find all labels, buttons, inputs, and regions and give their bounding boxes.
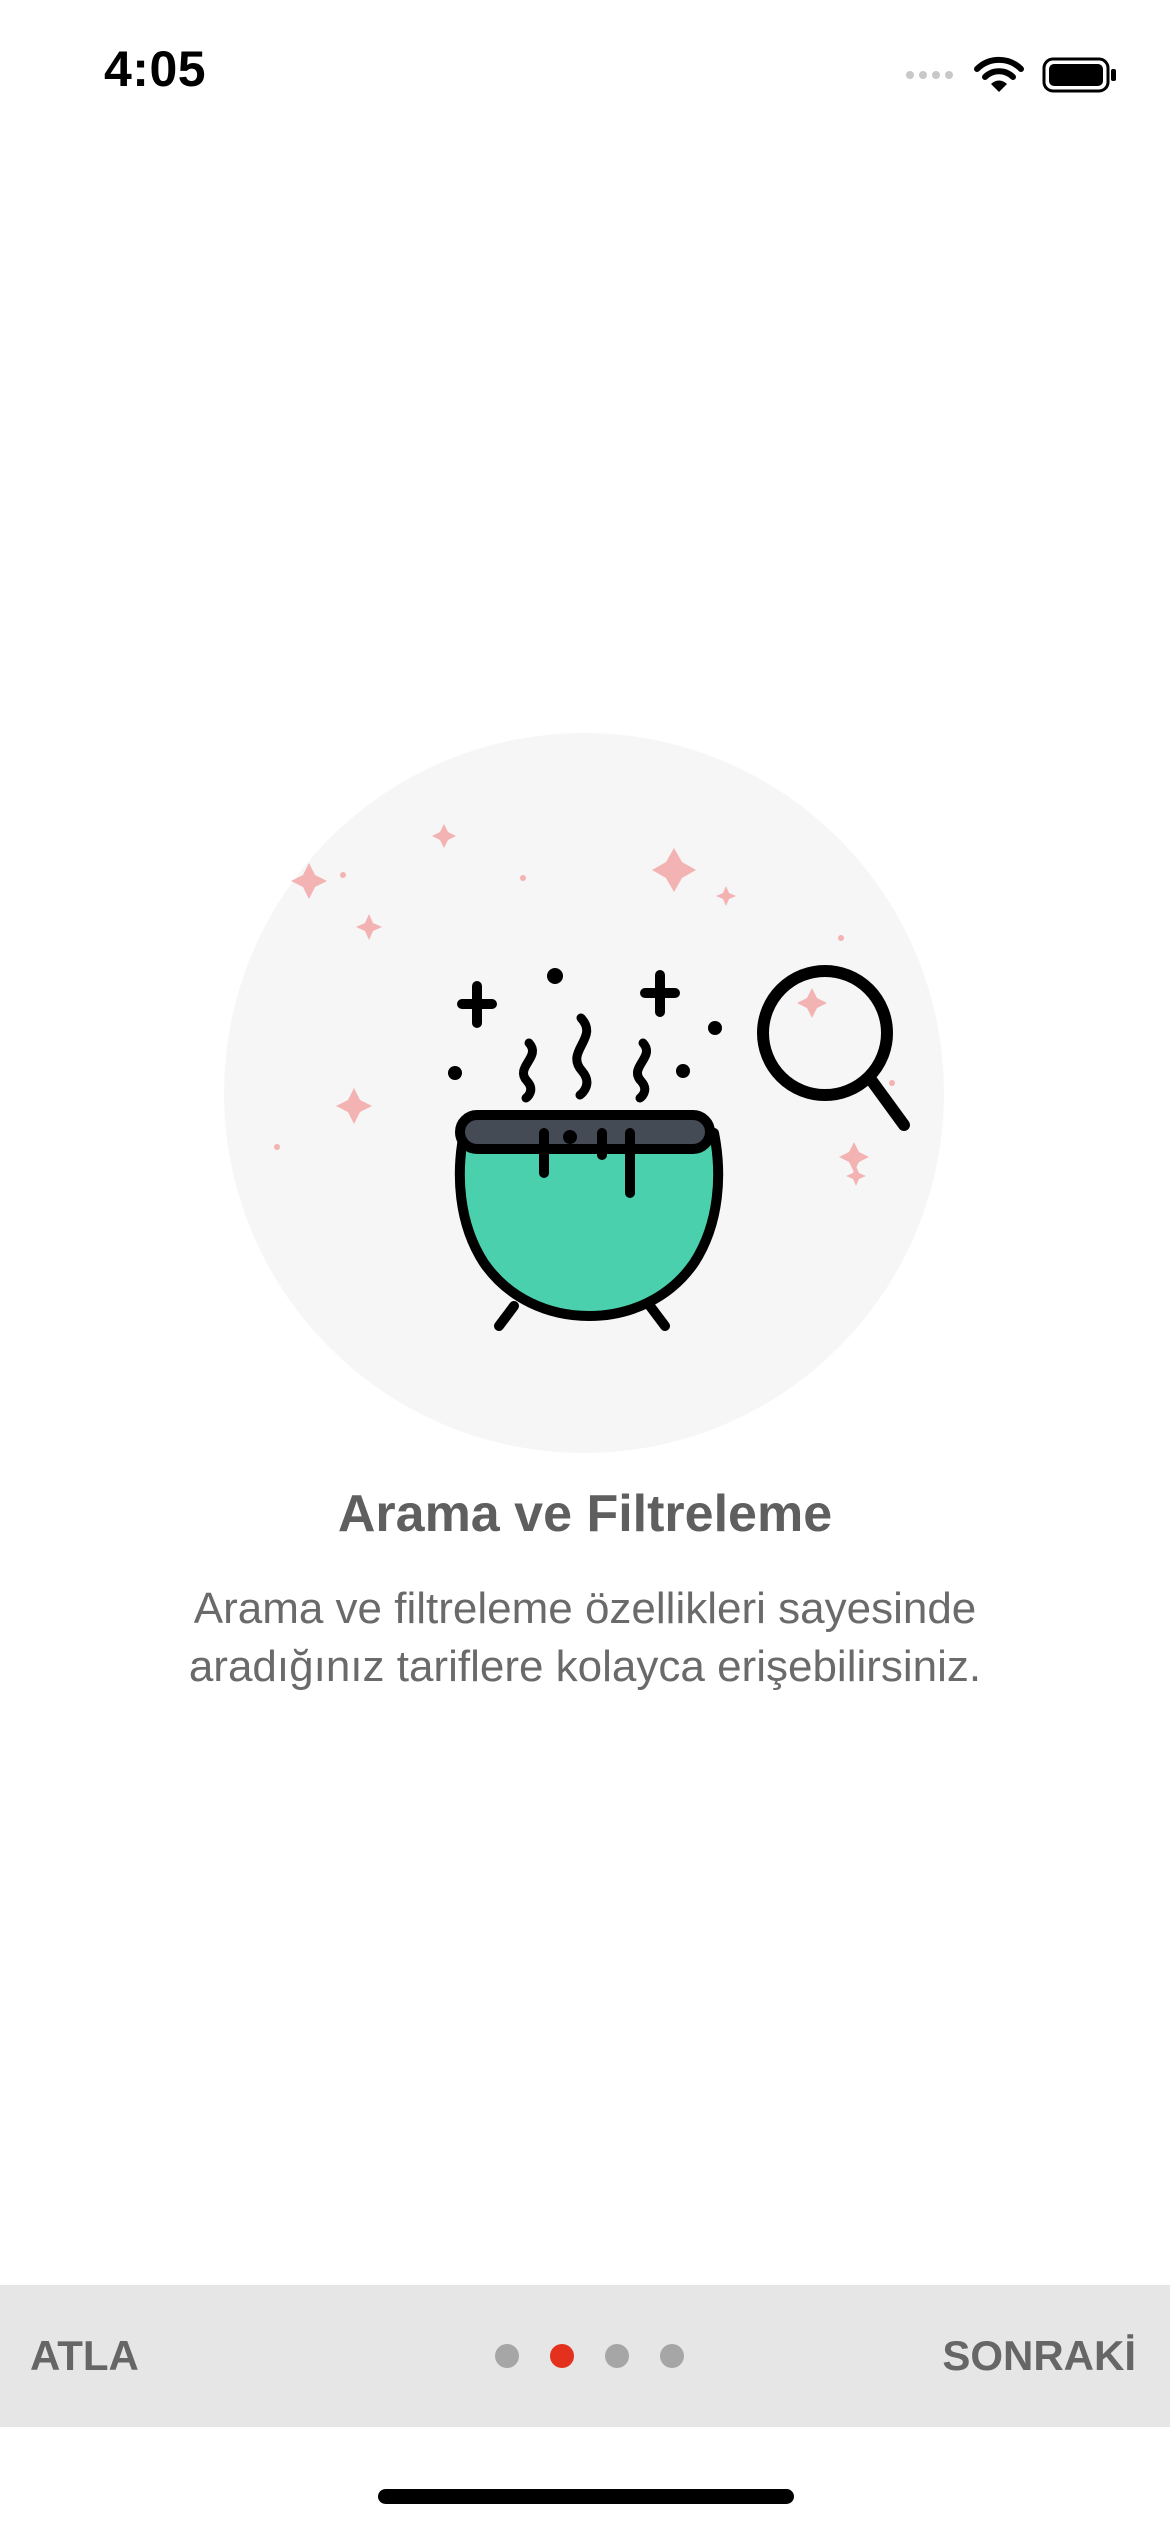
page-indicator xyxy=(495,2344,684,2368)
page-dot-2-active[interactable] xyxy=(550,2344,574,2368)
onboarding-bottom-bar: ATLA SONRAKİ xyxy=(0,2285,1170,2427)
cellular-signal-icon xyxy=(906,71,953,79)
page-title: Arama ve Filtreleme xyxy=(337,1485,833,1543)
status-icons xyxy=(904,50,1118,100)
wifi-icon xyxy=(974,56,1024,92)
page-dot-3[interactable] xyxy=(605,2344,629,2368)
page-description: Arama ve filtreleme özellikleri sayesind… xyxy=(188,1584,982,1691)
home-indicator[interactable] xyxy=(378,2489,794,2504)
page-dot-1[interactable] xyxy=(495,2344,519,2368)
onboarding-illustration xyxy=(224,733,944,1453)
status-time: 4:05 xyxy=(104,41,207,97)
next-button[interactable]: SONRAKİ xyxy=(942,2285,1136,2427)
battery-icon xyxy=(1042,57,1116,93)
status-bar: 4:05 xyxy=(0,0,1170,150)
cauldron-search-icon xyxy=(224,733,944,1453)
page-dot-4[interactable] xyxy=(660,2344,684,2368)
skip-button[interactable]: ATLA xyxy=(30,2285,139,2427)
